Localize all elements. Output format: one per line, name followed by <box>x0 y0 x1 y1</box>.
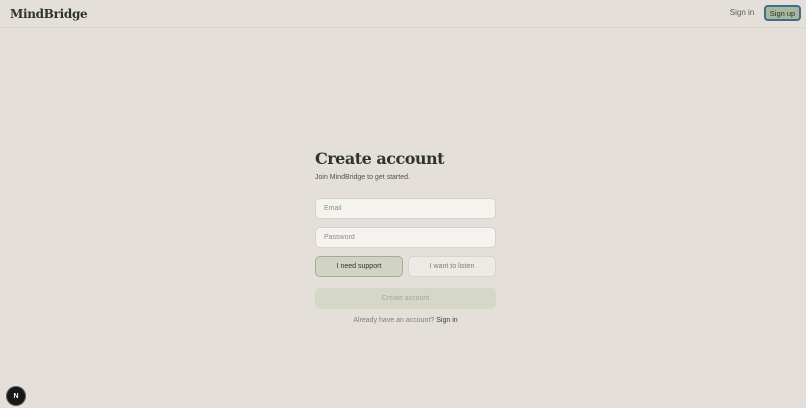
role-want-to-listen-button[interactable]: I want to listen <box>408 256 496 277</box>
signup-form: Create account Join MindBridge to get st… <box>315 149 496 324</box>
top-navbar: MindBridge Sign in Sign up <box>0 0 806 28</box>
nav-sign-in-link[interactable]: Sign in <box>722 8 762 17</box>
role-need-support-button[interactable]: I need support <box>315 256 403 277</box>
page-title: Create account <box>315 149 445 168</box>
dev-tools-badge[interactable]: N <box>7 387 25 405</box>
brand-logo[interactable]: MindBridge <box>10 7 88 21</box>
page-subtitle: Join MindBridge to get started. <box>315 174 410 181</box>
signup-page: MindBridge Sign in Sign up Create accoun… <box>0 0 806 408</box>
sign-in-link[interactable]: Sign in <box>436 317 457 324</box>
sign-in-prompt: Already have an account? Sign in <box>315 317 496 324</box>
password-field[interactable] <box>315 227 496 248</box>
nav-sign-up-button[interactable]: Sign up <box>764 5 801 21</box>
email-field[interactable] <box>315 198 496 219</box>
create-account-button[interactable]: Create account <box>315 288 496 309</box>
sign-in-prompt-text: Already have an account? <box>353 317 435 324</box>
